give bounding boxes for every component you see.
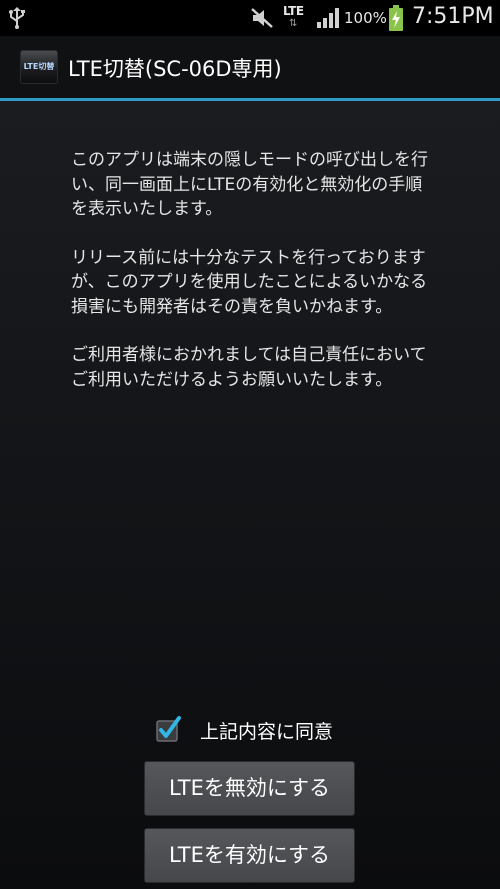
app-icon-label: LTE切替 <box>23 62 55 71</box>
usb-icon <box>8 6 26 34</box>
disclaimer-paragraph: リリース前には十分なテストを行っておりますが、このアプリを使用したことによるいか… <box>71 247 428 317</box>
disclaimer-text: このアプリは端末の隠しモードの呼び出しを行い、同一画面上にLTEの有効化と無効化… <box>71 148 431 416</box>
network-type-label: LTE <box>283 4 304 18</box>
enable-lte-button[interactable]: LTEを有効にする <box>144 828 355 883</box>
app-icon: LTE切替 <box>20 50 58 84</box>
agree-checkbox[interactable] <box>156 716 181 742</box>
disclaimer-paragraph: このアプリは端末の隠しモードの呼び出しを行い、同一画面上にLTEの有効化と無効化… <box>71 150 428 219</box>
status-bar: LTE ⇅ 100% 7:51PM <box>0 0 500 36</box>
title-bar: LTE切替 LTE切替(SC-06D専用) <box>0 36 500 98</box>
battery-charging-icon <box>388 5 404 35</box>
agree-label: 上記内容に同意 <box>200 721 334 743</box>
data-activity-icon: ⇅ <box>289 18 298 29</box>
mute-icon <box>250 7 274 33</box>
page-title: LTE切替(SC-06D専用) <box>68 57 282 81</box>
agree-checkbox-row[interactable]: 上記内容に同意 <box>156 714 376 744</box>
disclaimer-paragraph: ご利用者様におかれましては自己責任においてご利用いただけるようお願いいたします。 <box>71 345 427 390</box>
signal-icon <box>316 8 340 32</box>
title-divider <box>0 98 500 101</box>
network-type-indicator: LTE ⇅ <box>283 4 309 32</box>
clock: 7:51PM <box>412 4 494 29</box>
disable-lte-button[interactable]: LTEを無効にする <box>144 761 355 816</box>
battery-percent: 100% <box>344 9 387 27</box>
